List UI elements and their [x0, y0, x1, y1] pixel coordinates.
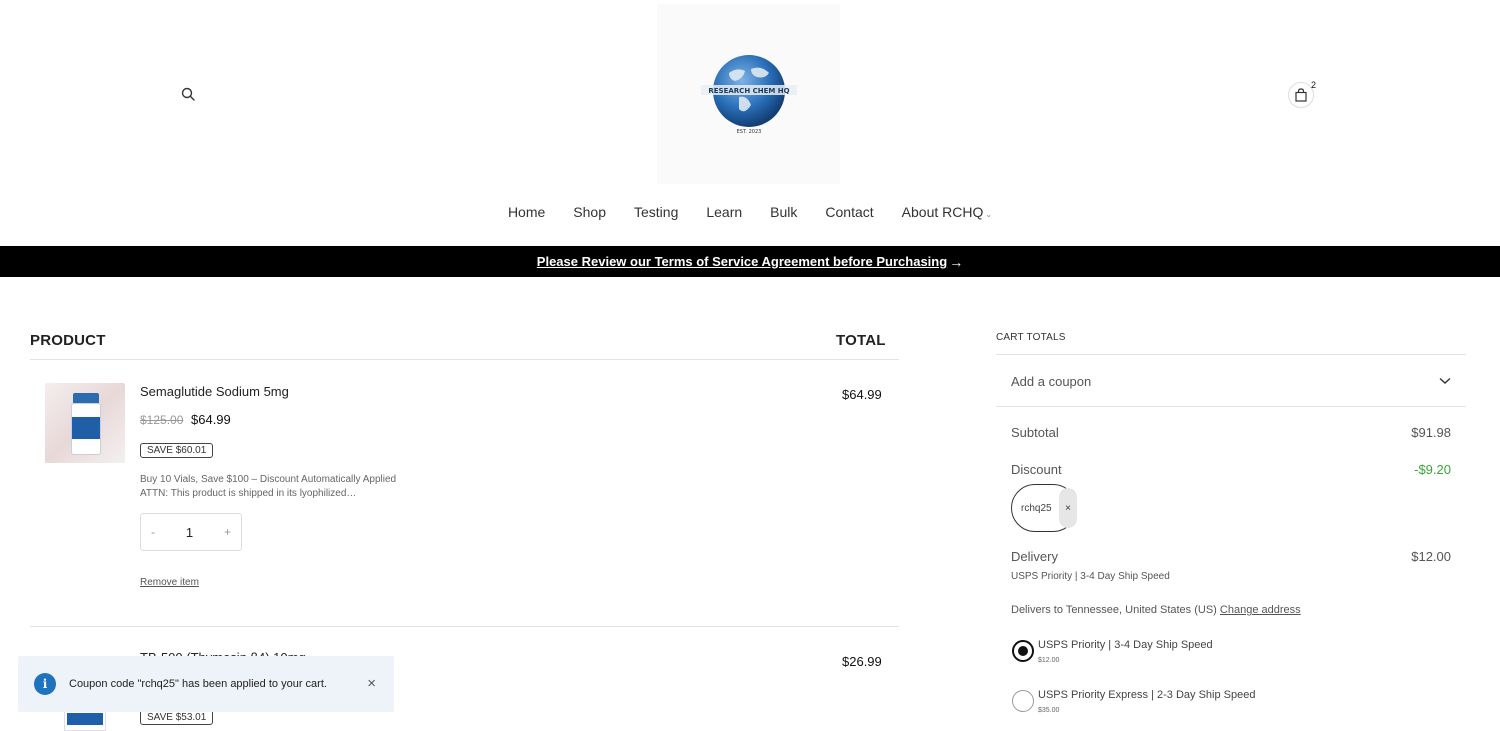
- vial-image: [71, 393, 101, 455]
- applied-coupon-chip: rchq25 ×: [1011, 484, 1077, 532]
- arrow-right-icon: →: [949, 253, 964, 270]
- regular-price: $125.00: [140, 413, 184, 427]
- delivery-address-line: Delivers to Tennessee, United States (US…: [1011, 604, 1301, 616]
- shipping-option-radio-express[interactable]: [1012, 690, 1034, 712]
- discount-value: -$9.20: [1414, 462, 1451, 477]
- nav-item-home[interactable]: Home: [494, 204, 559, 220]
- remove-coupon-button[interactable]: ×: [1059, 488, 1077, 528]
- logo-text: RESEARCH CHEM HQ: [708, 87, 789, 95]
- product-image[interactable]: [45, 383, 125, 463]
- quantity-decrease-button[interactable]: -: [151, 525, 155, 539]
- product-description: Buy 10 Vials, Save $100 – Discount Autom…: [140, 473, 396, 501]
- save-badge: SAVE $53.01: [140, 710, 214, 725]
- subtotal-value: $91.98: [1411, 425, 1451, 440]
- line-total: $26.99: [842, 654, 882, 669]
- search-icon: [181, 87, 195, 101]
- nav-item-shop[interactable]: Shop: [559, 204, 620, 220]
- delivery-value: $12.00: [1411, 549, 1451, 564]
- nav-item-about-label: About RCHQ: [901, 204, 984, 220]
- change-address-link[interactable]: Change address: [1220, 604, 1301, 616]
- info-icon: i: [34, 673, 56, 695]
- main-navigation: Home Shop Testing Learn Bulk Contact Abo…: [0, 204, 1500, 220]
- add-coupon-label: Add a coupon: [1011, 373, 1092, 389]
- nav-item-contact[interactable]: Contact: [811, 204, 887, 220]
- logo-subtext: EST. 2023: [736, 129, 761, 135]
- add-coupon-toggle[interactable]: Add a coupon: [996, 356, 1466, 406]
- total-column-header: TOTAL: [836, 332, 886, 349]
- quantity-increase-button[interactable]: +: [224, 525, 231, 539]
- coupon-code: rchq25: [1021, 502, 1052, 514]
- cart-totals-heading: CART TOTALS: [996, 332, 1066, 343]
- globe-logo-icon: RESEARCH CHEM HQ EST. 2023: [700, 55, 797, 135]
- shipping-option-label[interactable]: USPS Priority Express | 2-3 Day Ship Spe…: [1038, 689, 1255, 701]
- close-icon[interactable]: ×: [367, 675, 376, 692]
- search-button[interactable]: [178, 84, 198, 104]
- shopping-bag-icon: [1295, 88, 1307, 102]
- chevron-down-icon: [1439, 377, 1451, 384]
- nav-item-learn[interactable]: Learn: [692, 204, 756, 220]
- shipping-option-label[interactable]: USPS Priority | 3-4 Day Ship Speed: [1038, 639, 1213, 651]
- quantity-input[interactable]: 1: [186, 525, 193, 540]
- divider: [996, 354, 1466, 355]
- divider: [30, 359, 899, 360]
- delivery-method: USPS Priority | 3-4 Day Ship Speed: [1011, 571, 1170, 582]
- cart-count-badge: 2: [1311, 80, 1317, 90]
- quantity-stepper: - 1 +: [140, 513, 242, 551]
- description-line: ATTN: This product is shipped in its lyo…: [140, 488, 357, 499]
- line-total: $64.99: [842, 387, 882, 402]
- terms-link[interactable]: Please Review our Terms of Service Agree…: [537, 254, 947, 269]
- terms-notice-bar: Please Review our Terms of Service Agree…: [0, 246, 1500, 277]
- chevron-down-icon: ⌄: [985, 210, 993, 219]
- save-badge: SAVE $60.01: [140, 443, 214, 458]
- nav-item-testing[interactable]: Testing: [620, 204, 692, 220]
- site-logo[interactable]: RESEARCH CHEM HQ EST. 2023: [657, 4, 840, 184]
- delivery-label: Delivery: [1011, 549, 1058, 564]
- shipping-option-radio-priority[interactable]: [1012, 640, 1034, 662]
- discount-label: Discount: [1011, 462, 1062, 477]
- nav-item-about-rchq[interactable]: About RCHQ ⌄: [888, 204, 1006, 220]
- shipping-option-price: $12.00: [1038, 657, 1060, 664]
- shipping-option-price: $35.00: [1038, 707, 1060, 714]
- coupon-applied-notice: i Coupon code "rchq25" has been applied …: [18, 656, 394, 712]
- notice-message: Coupon code "rchq25" has been applied to…: [69, 678, 327, 690]
- subtotal-label: Subtotal: [1011, 425, 1059, 440]
- nav-item-bulk[interactable]: Bulk: [756, 204, 811, 220]
- product-name-link[interactable]: Semaglutide Sodium 5mg: [140, 384, 289, 399]
- divider: [996, 406, 1466, 407]
- divider: [30, 626, 899, 627]
- product-column-header: PRODUCT: [30, 332, 106, 349]
- description-line: Buy 10 Vials, Save $100 – Discount Autom…: [140, 474, 397, 485]
- remove-item-link[interactable]: Remove item: [140, 577, 199, 588]
- sale-price: $64.99: [191, 412, 231, 427]
- delivers-to-text: Delivers to Tennessee, United States (US…: [1011, 604, 1217, 616]
